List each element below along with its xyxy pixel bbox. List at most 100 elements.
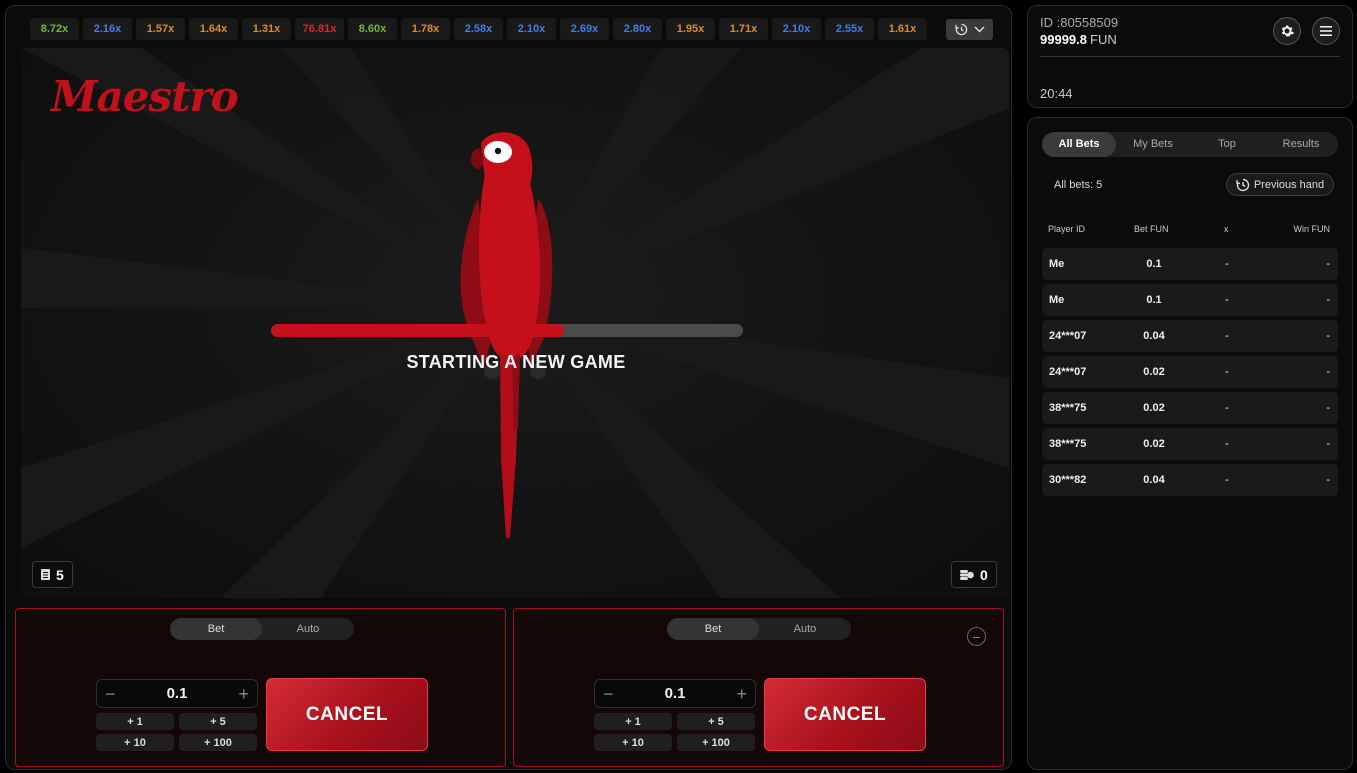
history-multiplier-chip[interactable]: 2.80x [613, 18, 662, 40]
history-multiplier-chip[interactable]: 2.16x [83, 18, 132, 40]
all-bets-count: All bets: 5 [1054, 179, 1103, 191]
history-multiplier-chip[interactable]: 1.78x [401, 18, 450, 40]
cancel-bet-button[interactable]: CANCEL [764, 678, 926, 751]
history-multiplier-chip[interactable]: 2.58x [454, 18, 503, 40]
row-player-id: 38***75 [1049, 402, 1087, 414]
start-progress-bar [271, 324, 743, 337]
remove-bet-panel-button[interactable]: − [967, 627, 986, 646]
row-player-id: Me [1049, 258, 1065, 270]
bet-amount-value[interactable]: 0.1 [167, 685, 188, 702]
bet-panel-1: Bet Auto − 0.1 + + 1 + 5 + 10 + 100 CANC… [15, 608, 506, 767]
quick-add-10-button[interactable]: + 10 [594, 734, 672, 751]
cashout-count: 0 [980, 566, 988, 583]
row-bet-amount: 0.02 [1143, 438, 1165, 450]
quick-add-5-button[interactable]: + 5 [677, 713, 755, 730]
quick-add-5-button[interactable]: + 5 [179, 713, 257, 730]
row-multiplier: - [1225, 438, 1229, 450]
decrease-amount-button[interactable]: − [603, 685, 614, 703]
history-multiplier-chip[interactable]: 76.81x [295, 18, 344, 40]
settings-button[interactable] [1273, 17, 1301, 45]
quick-add-100-button[interactable]: + 100 [179, 734, 257, 751]
row-bet-amount: 0.04 [1143, 474, 1165, 486]
row-player-id: 30***82 [1049, 474, 1087, 486]
coins-icon [960, 570, 974, 580]
bet-row: 24***07 0.04 - - [1042, 320, 1338, 352]
cancel-bet-button[interactable]: CANCEL [266, 678, 428, 751]
gear-icon [1281, 25, 1294, 37]
header-win: Win FUN [1293, 224, 1331, 234]
bets-tabs: All Bets My Bets Top Results [1042, 132, 1338, 157]
row-multiplier: - [1225, 330, 1229, 342]
mode-bet-tab[interactable]: Bet [667, 618, 759, 640]
bet-row: 30***82 0.04 - - [1042, 464, 1338, 496]
row-win-amount: - [1326, 330, 1330, 342]
bet-panel-2: Bet Auto − − 0.1 + + 1 + 5 + 10 + 100 CA… [513, 608, 1004, 767]
mode-auto-tab[interactable]: Auto [759, 618, 851, 640]
header-multiplier: x [1224, 224, 1229, 234]
header-bet: Bet FUN [1134, 224, 1169, 234]
mode-bet-tab[interactable]: Bet [170, 618, 262, 640]
quick-add-1-button[interactable]: + 1 [594, 713, 672, 730]
account-balance: 99999.8 FUN [1040, 32, 1117, 47]
quick-add-1-button[interactable]: + 1 [96, 713, 174, 730]
history-multiplier-chip[interactable]: 8.60x [348, 18, 397, 40]
game-stage: Maestro STARTING A NEW GAME 5 0 [21, 48, 1009, 598]
row-multiplier: - [1225, 294, 1229, 306]
row-player-id: 38***75 [1049, 438, 1087, 450]
history-multiplier-chip[interactable]: 1.64x [189, 18, 238, 40]
mode-toggle: Bet Auto [170, 618, 354, 640]
bet-row: 24***07 0.02 - - [1042, 356, 1338, 388]
row-player-id: Me [1049, 294, 1065, 306]
history-multiplier-chip[interactable]: 8.72x [30, 18, 79, 40]
balance-value: 99999.8 [1040, 32, 1087, 47]
row-bet-amount: 0.1 [1146, 294, 1162, 306]
bet-row: Me 0.1 - - [1042, 284, 1338, 316]
increase-amount-button[interactable]: + [238, 685, 249, 703]
row-win-amount: - [1326, 258, 1330, 270]
history-icon [1236, 178, 1249, 191]
quick-add-10-button[interactable]: + 10 [96, 734, 174, 751]
chevron-down-icon [973, 26, 985, 33]
row-multiplier: - [1225, 402, 1229, 414]
increase-amount-button[interactable]: + [736, 685, 747, 703]
clock-time: 20:44 [1040, 86, 1073, 101]
bets-panel: All Bets My Bets Top Results All bets: 5… [1027, 117, 1353, 770]
row-win-amount: - [1326, 366, 1330, 378]
start-progress-fill [271, 324, 564, 337]
previous-hand-label: Previous hand [1253, 178, 1325, 191]
account-id: ID :80558509 [1040, 15, 1119, 30]
history-multiplier-chip[interactable]: 1.61x [878, 18, 927, 40]
multiplier-history: 8.72x 2.16x 1.57x 1.64x 1.31x 76.81x 8.60x 1.78… [30, 18, 995, 40]
history-multiplier-chip[interactable]: 2.69x [560, 18, 609, 40]
mode-auto-tab[interactable]: Auto [262, 618, 354, 640]
bet-amount-stepper: − 0.1 + [96, 679, 258, 708]
tab-results[interactable]: Results [1264, 132, 1338, 157]
history-multiplier-chip[interactable]: 1.95x [666, 18, 715, 40]
bet-amount-value[interactable]: 0.1 [665, 685, 686, 702]
row-win-amount: - [1326, 438, 1330, 450]
history-multiplier-chip[interactable]: 2.10x [507, 18, 556, 40]
history-dropdown-button[interactable] [946, 19, 993, 40]
history-multiplier-chip[interactable]: 1.71x [719, 18, 768, 40]
row-bet-amount: 0.02 [1143, 366, 1165, 378]
history-multiplier-chip[interactable]: 1.57x [136, 18, 185, 40]
quick-add-100-button[interactable]: + 100 [677, 734, 755, 751]
menu-button[interactable] [1312, 17, 1340, 45]
list-icon [41, 569, 50, 580]
tab-all-bets[interactable]: All Bets [1042, 132, 1116, 157]
history-multiplier-chip[interactable]: 2.10x [772, 18, 821, 40]
history-multiplier-chip[interactable]: 2.55x [825, 18, 874, 40]
tab-top[interactable]: Top [1190, 132, 1264, 157]
previous-hand-button[interactable]: Previous hand [1226, 173, 1334, 196]
parrot-illustration [460, 132, 553, 538]
account-card: ID :80558509 99999.8 FUN 20:44 [1027, 5, 1353, 108]
bet-row: Me 0.1 - - [1042, 248, 1338, 280]
row-win-amount: - [1326, 294, 1330, 306]
history-multiplier-chip[interactable]: 1.31x [242, 18, 291, 40]
bet-row: 38***75 0.02 - - [1042, 392, 1338, 424]
bet-amount-stepper: − 0.1 + [594, 679, 756, 708]
game-panel: 8.72x 2.16x 1.57x 1.64x 1.31x 76.81x 8.60x 1.78… [5, 5, 1012, 770]
row-win-amount: - [1326, 474, 1330, 486]
tab-my-bets[interactable]: My Bets [1116, 132, 1190, 157]
decrease-amount-button[interactable]: − [105, 685, 116, 703]
